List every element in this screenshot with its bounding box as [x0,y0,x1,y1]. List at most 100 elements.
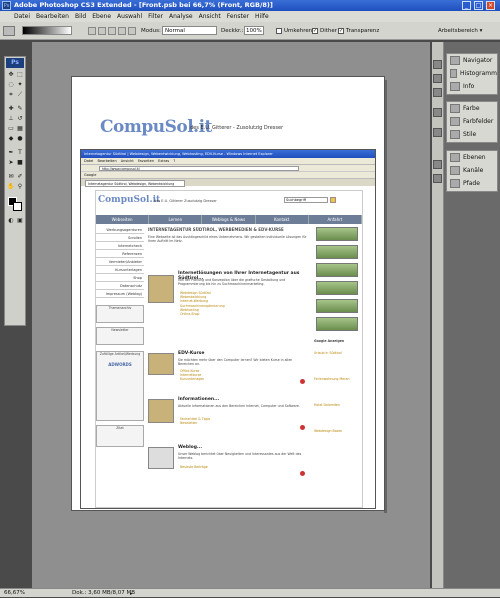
panel-tab-navigator[interactable]: Navigator [447,54,497,67]
angle-gradient-button[interactable] [108,27,116,35]
deckkraft-input[interactable]: 100% [244,26,264,35]
background-color-swatch[interactable] [13,202,22,211]
histogram-icon[interactable] [433,74,442,83]
menu-filter[interactable]: Filter [148,13,163,20]
section-image [148,275,174,303]
zoom-level[interactable]: 66,67% [4,589,25,597]
navigator-icon[interactable] [433,60,442,69]
page-tagline: des E.U. Gitterer Zusolutzig Dresser [154,199,217,203]
web-page: CompuSol.it des E.U. Gitterer Zusolutzig… [95,190,363,508]
quick-mask-icon[interactable]: ◐ [7,217,15,225]
panel-label: Kanäle [463,167,484,174]
menu-hilfe[interactable]: Hilfe [255,13,269,20]
marquee-tool-icon[interactable]: ⬚ [16,71,24,79]
magic-wand-tool-icon[interactable]: ✦ [16,81,24,89]
menu-bild[interactable]: Bild [75,13,86,20]
panel-tab-styles[interactable]: Stile [447,128,497,141]
panel-tab-info[interactable]: Info [447,80,497,93]
transparenz-checkbox[interactable]: ✓ [338,28,344,34]
eyedropper-tool-icon[interactable]: ✐ [16,173,24,181]
panel-label: Navigator [463,57,493,64]
side-box-ads: Zufällige Artikel/Werbung ADWORDS [96,351,144,421]
screen-mode-icon[interactable]: ▣ [16,217,24,225]
rss-icon [300,471,305,476]
side-item: Datenschutz [96,283,144,290]
minimize-icon[interactable]: _ [462,1,471,10]
side-item: Kursunterlagen [96,267,144,274]
tools-icon[interactable] [433,108,442,117]
clone-stamp-tool-icon[interactable]: ⊥ [7,115,15,123]
shape-tool-icon[interactable]: ■ [16,159,24,167]
type-tool-icon[interactable]: T [16,149,24,157]
zoom-tool-icon[interactable]: ⚲ [16,183,24,191]
pen-tool-icon[interactable]: ✒ [7,149,15,157]
notes-tool-icon[interactable]: ✉ [7,173,15,181]
character-icon[interactable] [433,160,442,169]
close-icon[interactable]: × [486,1,495,10]
panel-tab-swatches[interactable]: Farbfelder [447,115,497,128]
section-heading: Informationen... [178,397,220,402]
maximize-icon[interactable]: □ [474,1,483,10]
gradient-picker[interactable] [22,26,72,35]
photoshop-app-icon[interactable]: Ps [2,1,11,10]
menu-ansicht[interactable]: Ansicht [199,13,221,20]
reflected-gradient-button[interactable] [118,27,126,35]
section-image [148,353,174,375]
document-size[interactable]: Dok.: 3,60 MB/8,07 MB [72,589,135,597]
section-links: Webdesign Südtirol Webentwicklung Intern… [180,291,300,316]
crop-tool-icon[interactable]: ⌗ [7,91,15,99]
window-title: Adobe Photoshop CS3 Extended - [Front.ps… [14,1,273,9]
browser-title: Internetagentur Südtirol | Webdesign, We… [81,150,375,158]
document-canvas[interactable]: CompuSol.it des E.U. Gitterer - Zusolutz… [72,77,384,510]
blur-tool-icon[interactable]: ◆ [7,135,15,143]
info-icon[interactable] [433,88,442,97]
section-link: Kursunterlagen [180,377,205,382]
workspace-menu[interactable]: Arbeitsbereich ▾ [438,26,496,36]
panel-tab-channels[interactable]: Kanäle [447,164,497,177]
browser-google-toolbar: Google [81,171,375,178]
history-brush-tool-icon[interactable]: ↺ [16,115,24,123]
google-ads-label: Google Anzeigen [314,339,345,343]
styles-panel-icon [450,130,460,139]
paragraph-icon[interactable] [433,174,442,183]
radial-gradient-button[interactable] [98,27,106,35]
panel-tab-layers[interactable]: Ebenen [447,151,497,164]
healing-brush-tool-icon[interactable]: ✚ [7,105,15,113]
section-heading: Weblog... [178,445,203,450]
side-item: Referenzen [96,251,144,258]
panel-group-layers: Ebenen Kanäle Pfade [446,150,498,192]
panel-tab-histogram[interactable]: Histogramm [447,67,497,80]
panel-tab-color[interactable]: Farbe [447,102,497,115]
menu-analyse[interactable]: Analyse [169,13,193,20]
modus-select[interactable]: Normal [162,26,217,35]
section-link: Newsletter [180,421,198,426]
lasso-tool-icon[interactable]: ◌ [7,81,15,89]
umkehren-checkbox[interactable] [276,28,282,34]
brushes-icon[interactable] [433,128,442,137]
menu-ebene[interactable]: Ebene [92,13,111,20]
eraser-tool-icon[interactable]: ▭ [7,125,15,133]
side-ad-text: ADWORDS [108,362,132,367]
dither-checkbox[interactable]: ✓ [312,28,318,34]
page-right-column: Google Anzeigen Urlaub in Südtirol Ferie… [312,227,362,507]
section-text: Unser Weblog berichtet über Neuigkeiten … [178,452,302,460]
side-item: Werbungsagenturen [96,227,144,234]
dodge-tool-icon[interactable]: ● [16,135,24,143]
diamond-gradient-button[interactable] [128,27,136,35]
hand-tool-icon[interactable]: ✋ [7,183,15,191]
section-links: Fachartikel & Tipps Newsletter [180,417,300,425]
menu-auswahl[interactable]: Auswahl [117,13,142,20]
brush-tool-icon[interactable]: ✎ [16,105,24,113]
menu-fenster[interactable]: Fenster [227,13,249,20]
panel-tab-paths[interactable]: Pfade [447,177,497,190]
slice-tool-icon[interactable]: ⟋ [16,91,24,99]
path-selection-tool-icon[interactable]: ➤ [7,159,15,167]
gradient-tool-icon[interactable]: ▦ [16,125,24,133]
side-item: Scrollen [96,235,144,242]
page-search-button [330,197,336,203]
linear-gradient-button[interactable] [88,27,96,35]
gradient-tool-icon[interactable] [3,26,15,36]
menu-datei[interactable]: Datei [14,13,30,20]
move-tool-icon[interactable]: ✥ [7,71,15,79]
menu-bearbeiten[interactable]: Bearbeiten [36,13,69,20]
